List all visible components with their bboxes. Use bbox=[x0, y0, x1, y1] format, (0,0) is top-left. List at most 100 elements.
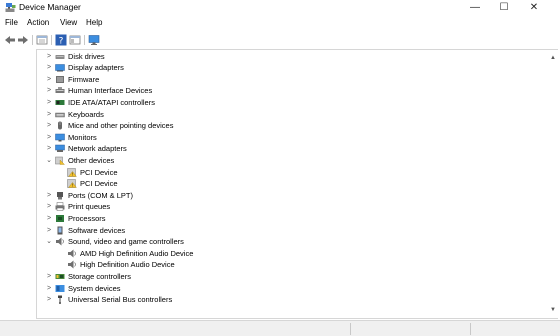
expand-chevron-icon[interactable]: > bbox=[45, 226, 53, 235]
minimize-button[interactable]: — bbox=[460, 0, 490, 15]
help-icon[interactable]: ? bbox=[55, 34, 67, 46]
tree-device[interactable]: AMD High Definition Audio Device bbox=[37, 248, 547, 260]
expand-chevron-icon[interactable]: > bbox=[45, 191, 53, 200]
toolbar-separator bbox=[51, 35, 52, 45]
tree-category[interactable]: > Human Interface Devices bbox=[37, 85, 547, 97]
system-devices-icon bbox=[55, 284, 65, 292]
back-arrow-icon[interactable] bbox=[4, 34, 16, 46]
tree-item-label: Processors bbox=[68, 213, 106, 223]
menu-action[interactable]: Action bbox=[25, 17, 51, 29]
menu-file[interactable]: File bbox=[3, 17, 20, 29]
tree-item-label: Sound, video and game controllers bbox=[68, 237, 184, 247]
tree-category[interactable]: > Processors bbox=[37, 213, 547, 225]
maximize-button[interactable]: ☐ bbox=[489, 0, 519, 15]
firmware-icon bbox=[56, 75, 64, 83]
status-separator bbox=[470, 323, 471, 335]
tree-category[interactable]: > Monitors bbox=[37, 132, 547, 144]
show-hide-console-tree-icon[interactable] bbox=[69, 34, 81, 46]
title-bar: Device Manager — ☐ ✕ bbox=[0, 0, 560, 15]
device-manager-icon bbox=[5, 3, 16, 12]
storage-controller-icon bbox=[55, 273, 65, 279]
menu-help[interactable]: Help bbox=[84, 17, 104, 29]
tree-item-label: High Definition Audio Device bbox=[80, 260, 175, 270]
unknown-device-warning-icon: ! bbox=[67, 167, 77, 177]
toolbar-separator bbox=[32, 35, 33, 45]
tree-category[interactable]: > IDE ATA/ATAPI controllers bbox=[37, 97, 547, 109]
tree-item-label: IDE ATA/ATAPI controllers bbox=[68, 97, 155, 107]
display-adapter-icon bbox=[55, 64, 65, 72]
collapse-chevron-icon[interactable]: ⌄ bbox=[45, 156, 53, 165]
tree-item-label: Mice and other pointing devices bbox=[68, 121, 174, 131]
expand-chevron-icon[interactable]: > bbox=[45, 202, 53, 211]
tree-category[interactable]: > Disk drives bbox=[37, 51, 547, 63]
tree-category[interactable]: > Print queues bbox=[37, 201, 547, 213]
expand-chevron-icon[interactable]: > bbox=[45, 284, 53, 293]
disk-drive-icon bbox=[55, 54, 65, 59]
expand-chevron-icon[interactable]: > bbox=[45, 272, 53, 281]
monitor-icon[interactable] bbox=[88, 34, 100, 46]
mouse-icon bbox=[58, 121, 62, 130]
tree-device[interactable]: ! PCI Device bbox=[37, 167, 547, 179]
expand-chevron-icon[interactable]: > bbox=[45, 121, 53, 130]
toolbar: ? bbox=[0, 32, 560, 48]
tree-category[interactable]: > Display adapters bbox=[37, 62, 547, 74]
unknown-device-warning-icon: ! bbox=[67, 179, 77, 188]
tree-item-label: Software devices bbox=[68, 225, 126, 235]
tree-item-label: Monitors bbox=[68, 132, 97, 142]
tree-category[interactable]: > Ports (COM & LPT) bbox=[37, 190, 547, 202]
expand-chevron-icon[interactable]: > bbox=[45, 75, 53, 84]
svg-text:?: ? bbox=[59, 37, 64, 47]
expand-chevron-icon[interactable]: > bbox=[45, 63, 53, 72]
tree-item-label: PCI Device bbox=[80, 179, 118, 189]
collapse-chevron-icon[interactable]: ⌄ bbox=[45, 237, 53, 246]
status-separator bbox=[350, 323, 351, 335]
device-tree[interactable]: > Disk drives > Display adapters > Firmware > H… bbox=[36, 49, 548, 319]
tree-item-label: Universal Serial Bus controllers bbox=[68, 295, 173, 305]
menu-view[interactable]: View bbox=[58, 17, 79, 29]
tree-device[interactable]: ! PCI Device bbox=[37, 178, 547, 190]
tree-item-label: Keyboards bbox=[68, 109, 104, 119]
tree-item-label: Network adapters bbox=[68, 144, 127, 154]
expand-chevron-icon[interactable]: > bbox=[45, 86, 53, 95]
tree-item-label: Firmware bbox=[68, 74, 100, 84]
tree-item-label: Disk drives bbox=[68, 51, 105, 61]
tree-category[interactable]: > Software devices bbox=[37, 225, 547, 237]
tree-item-label: Other devices bbox=[68, 155, 115, 165]
tree-category[interactable]: > Keyboards bbox=[37, 109, 547, 121]
expand-chevron-icon[interactable]: > bbox=[45, 295, 53, 304]
forward-arrow-icon[interactable] bbox=[17, 34, 29, 46]
close-button[interactable]: ✕ bbox=[519, 0, 549, 15]
tree-category[interactable]: > System devices bbox=[37, 283, 547, 295]
tree-category[interactable]: ⌄ Other devices bbox=[37, 155, 547, 167]
tree-category[interactable]: > Firmware bbox=[37, 74, 547, 86]
tree-item-label: Ports (COM & LPT) bbox=[68, 190, 134, 200]
scroll-down-arrow[interactable]: ▼ bbox=[548, 305, 558, 315]
tree-category[interactable]: > Mice and other pointing devices bbox=[37, 120, 547, 132]
expand-chevron-icon[interactable]: > bbox=[45, 110, 53, 119]
tree-category[interactable]: ⌄ Sound, video and game controllers bbox=[37, 236, 547, 248]
monitor-icon bbox=[55, 133, 65, 142]
expand-chevron-icon[interactable]: > bbox=[45, 214, 53, 223]
speaker-icon bbox=[56, 237, 64, 246]
speaker-icon bbox=[68, 260, 76, 269]
scroll-up-arrow[interactable]: ▲ bbox=[548, 53, 558, 63]
svg-text:!: ! bbox=[72, 172, 74, 177]
tree-item-label: PCI Device bbox=[80, 167, 118, 177]
status-bar bbox=[0, 320, 560, 336]
port-icon bbox=[57, 191, 63, 200]
expand-chevron-icon[interactable]: > bbox=[45, 98, 53, 107]
tree-device[interactable]: High Definition Audio Device bbox=[37, 259, 547, 271]
expand-chevron-icon[interactable]: > bbox=[45, 133, 53, 142]
properties-icon[interactable] bbox=[36, 34, 48, 46]
tree-item-label: Storage controllers bbox=[68, 271, 131, 281]
expand-chevron-icon[interactable]: > bbox=[45, 144, 53, 153]
software-device-icon bbox=[57, 226, 63, 234]
tree-item-label: Human Interface Devices bbox=[68, 86, 153, 96]
tree-category[interactable]: > Storage controllers bbox=[37, 271, 547, 283]
vertical-scrollbar[interactable]: ▲ ▼ bbox=[548, 49, 558, 319]
expand-chevron-icon[interactable]: > bbox=[45, 52, 53, 61]
tree-category[interactable]: > Network adapters bbox=[37, 143, 547, 155]
tree-category[interactable]: > Universal Serial Bus controllers bbox=[37, 294, 547, 306]
network-adapter-icon bbox=[55, 145, 65, 153]
printer-icon bbox=[55, 202, 65, 212]
